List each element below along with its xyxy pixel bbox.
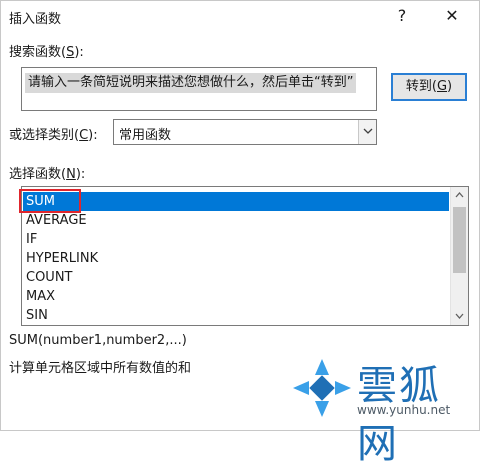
function-list-label-text: 选择函数	[9, 167, 62, 182]
function-list-scrollbar[interactable]	[450, 187, 468, 325]
function-list-label: 选择函数(N):	[9, 167, 86, 182]
function-list-items: SUM AVERAGE IF HYPERLINK COUNT MAX SIN	[23, 192, 449, 325]
close-button[interactable]: ✕	[437, 3, 467, 29]
search-input[interactable]: 请输入一条简短说明来描述您想做什么，然后单击“转到”	[21, 67, 377, 111]
help-button[interactable]: ?	[389, 3, 415, 29]
function-list-item[interactable]: COUNT	[23, 268, 449, 287]
function-description: 计算单元格区域中所有数值的和	[9, 361, 192, 376]
scroll-thumb[interactable]	[453, 207, 466, 273]
category-select[interactable]: 常用函数	[113, 119, 377, 145]
category-dropdown-button[interactable]	[358, 120, 376, 144]
yunhu-logo-icon	[293, 359, 351, 417]
category-label-hotkey: C	[79, 128, 89, 143]
function-list-item[interactable]: AVERAGE	[23, 211, 449, 230]
category-selected-value: 常用函数	[119, 128, 172, 143]
function-list-item[interactable]: IF	[23, 230, 449, 249]
category-label: 或选择类别(C):	[9, 128, 98, 143]
function-list-item[interactable]: SUM	[23, 192, 449, 211]
search-label-hotkey: S	[66, 45, 75, 60]
search-label-text: 搜索函数	[9, 45, 62, 60]
function-signature: SUM(number1,number2,...)	[9, 333, 187, 348]
goto-button[interactable]: 转到(G)	[391, 73, 467, 101]
function-listbox[interactable]: SUM AVERAGE IF HYPERLINK COUNT MAX SIN	[21, 186, 469, 326]
scroll-down-button[interactable]	[451, 308, 468, 325]
function-list-item[interactable]: SIN	[23, 306, 449, 325]
category-label-text: 或选择类别	[9, 128, 75, 143]
watermark-url: www.yunhu.net	[357, 403, 451, 417]
goto-button-hotkey: G	[436, 79, 448, 94]
chevron-up-icon	[455, 192, 464, 198]
title-bar: 插入函数 ? ✕	[1, 1, 479, 31]
goto-button-label: 转到	[405, 79, 432, 94]
function-list-item[interactable]: HYPERLINK	[23, 249, 449, 268]
search-label: 搜索函数(S):	[9, 45, 84, 60]
function-list-item[interactable]: MAX	[23, 287, 449, 306]
chevron-down-icon	[455, 313, 464, 319]
insert-function-dialog: 插入函数 ? ✕ 搜索函数(S): 请输入一条简短说明来描述您想做什么，然后单击…	[0, 0, 480, 467]
dialog-title: 插入函数	[9, 12, 62, 27]
search-input-value: 请输入一条简短说明来描述您想做什么，然后单击“转到”	[25, 73, 357, 93]
chevron-down-icon	[363, 128, 373, 134]
function-list-label-hotkey: N	[66, 167, 76, 182]
scroll-up-button[interactable]	[451, 187, 468, 204]
